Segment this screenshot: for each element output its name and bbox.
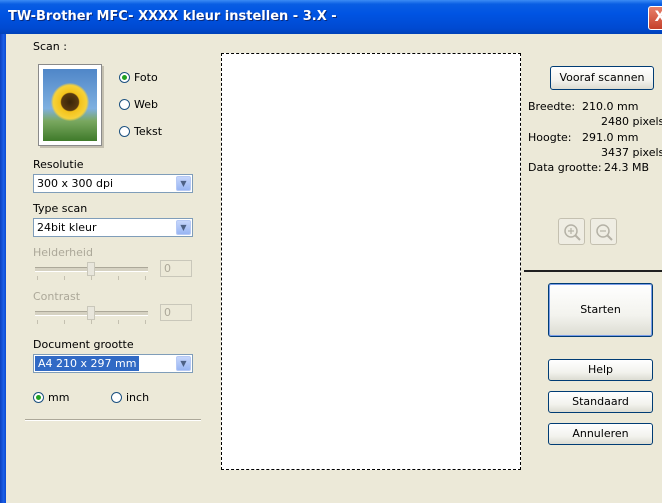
cancel-button[interactable]: Annuleren xyxy=(548,423,653,445)
contrast-slider-thumb[interactable] xyxy=(87,306,95,320)
brightness-slider-thumb[interactable] xyxy=(87,262,95,276)
prescan-button[interactable]: Vooraf scannen xyxy=(550,66,654,90)
scan-type-label: Type scan xyxy=(33,202,88,215)
resolution-value: 300 x 300 dpi xyxy=(37,177,114,190)
settings-divider xyxy=(25,419,201,421)
radio-mm[interactable] xyxy=(33,392,44,403)
radio-inch-label[interactable]: inch xyxy=(126,391,149,404)
default-button[interactable]: Standaard xyxy=(548,391,653,413)
chevron-down-icon[interactable]: ▼ xyxy=(176,176,191,191)
help-button[interactable]: Help xyxy=(548,359,653,381)
height-mm: 291.0 mm xyxy=(582,131,639,144)
brightness-value: 0 xyxy=(160,260,192,277)
resolution-select[interactable]: 300 x 300 dpi ▼ xyxy=(33,174,193,193)
window-frame xyxy=(0,34,6,503)
radio-mm-label[interactable]: mm xyxy=(48,391,69,404)
document-size-value: A4 210 x 297 mm xyxy=(35,356,140,371)
zoom-in-icon xyxy=(564,224,581,241)
scan-preview-area[interactable] xyxy=(221,53,521,470)
document-size-label: Document grootte xyxy=(33,338,134,351)
scan-label: Scan : xyxy=(33,40,67,53)
zoom-out-button[interactable] xyxy=(590,218,617,245)
radio-foto[interactable] xyxy=(119,72,130,83)
radio-foto-label[interactable]: Foto xyxy=(134,71,158,84)
title-bar: TW-Brother MFC- XXXX kleur instellen - 3… xyxy=(0,0,662,34)
document-size-select[interactable]: A4 210 x 297 mm ▼ xyxy=(33,354,193,373)
sunflower-icon xyxy=(51,83,89,121)
chevron-down-icon[interactable]: ▼ xyxy=(176,356,191,371)
scan-type-preview-image xyxy=(38,64,102,146)
radio-web-label[interactable]: Web xyxy=(134,98,158,111)
scanner-dialog: TW-Brother MFC- XXXX kleur instellen - 3… xyxy=(0,0,662,503)
scan-type-value: 24bit kleur xyxy=(37,221,97,234)
chevron-down-icon[interactable]: ▼ xyxy=(176,220,191,235)
zoom-in-button[interactable] xyxy=(558,218,585,245)
radio-tekst[interactable] xyxy=(119,126,130,137)
zoom-out-icon xyxy=(596,224,613,241)
start-button[interactable]: Starten xyxy=(548,283,653,337)
contrast-value: 0 xyxy=(160,304,192,321)
width-label: Breedte: xyxy=(528,100,576,113)
panel-separator xyxy=(524,270,662,272)
resolution-label: Resolutie xyxy=(33,158,84,171)
data-size-label: Data grootte: xyxy=(528,161,602,174)
scan-type-select[interactable]: 24bit kleur ▼ xyxy=(33,218,193,237)
brightness-label: Helderheid xyxy=(33,246,93,259)
height-label: Hoogte: xyxy=(528,131,572,144)
contrast-label: Contrast xyxy=(33,290,81,303)
width-pixels: 2480 pixels xyxy=(601,115,662,128)
width-mm: 210.0 mm xyxy=(582,100,639,113)
window-title: TW-Brother MFC- XXXX kleur instellen - 3… xyxy=(8,9,337,24)
radio-web[interactable] xyxy=(119,99,130,110)
data-size-value: 24.3 MB xyxy=(604,161,650,174)
close-button[interactable]: X xyxy=(648,6,662,30)
height-pixels: 3437 pixels xyxy=(601,146,662,159)
radio-inch[interactable] xyxy=(111,392,122,403)
radio-tekst-label[interactable]: Tekst xyxy=(134,125,162,138)
